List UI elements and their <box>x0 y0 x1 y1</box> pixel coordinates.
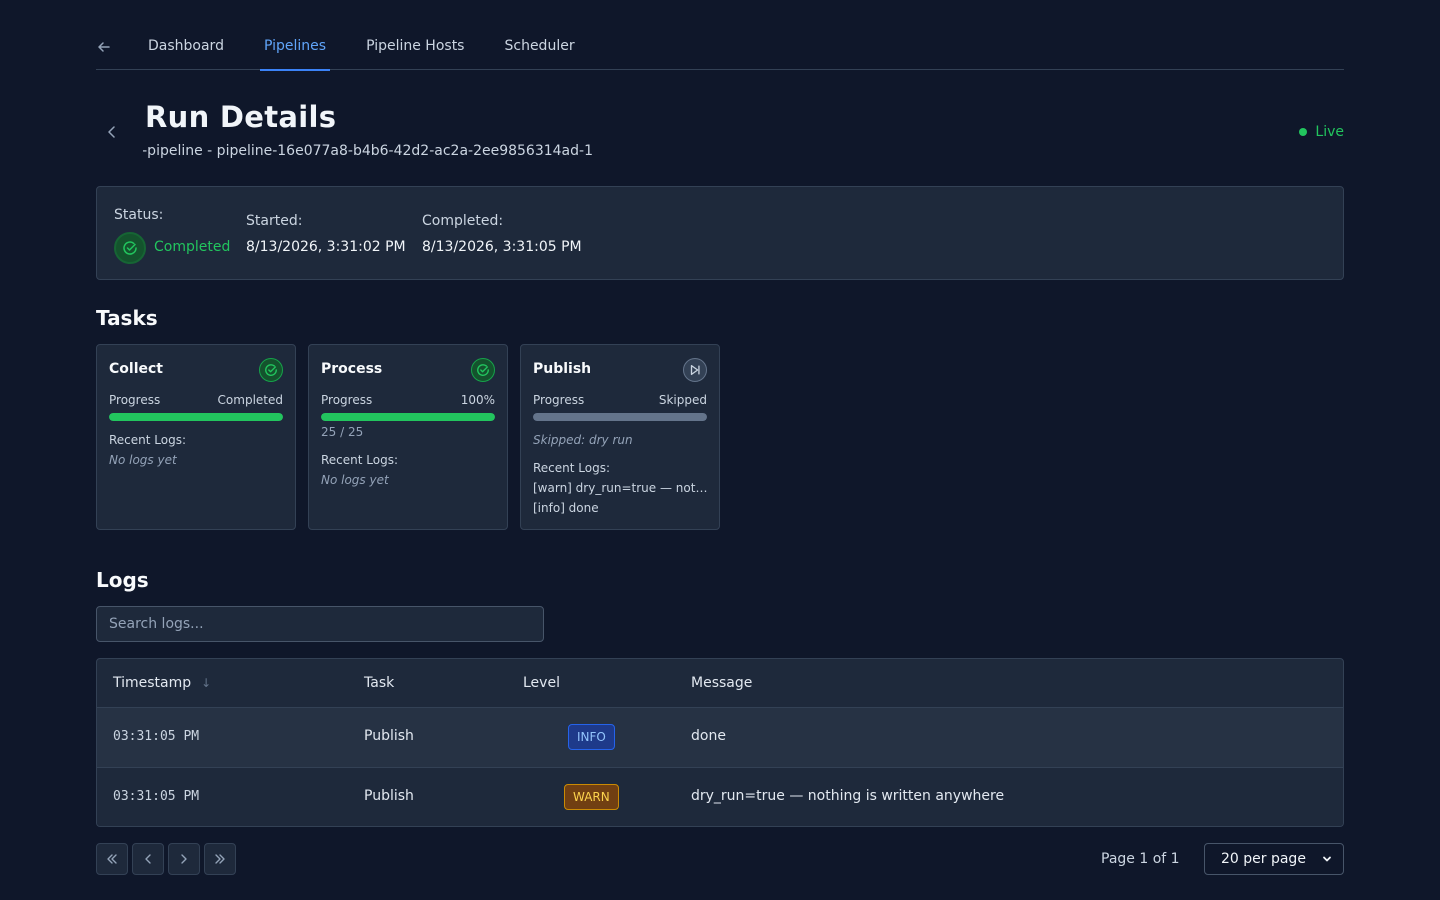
progress-row: Progress Skipped <box>533 393 707 407</box>
logs-heading: Logs <box>96 568 149 592</box>
status-value: Completed <box>154 239 231 255</box>
progress-value: Skipped <box>658 393 707 407</box>
next-page-button[interactable] <box>168 843 200 875</box>
completed-label: Completed: <box>422 213 504 229</box>
previous-page-button[interactable] <box>132 843 164 875</box>
skip-reason: Skipped: dry run <box>533 433 633 447</box>
recent-logs-label: Recent Logs: <box>533 461 611 475</box>
task-card-publish[interactable]: Publish Progress Skipped Skipped: dry ru… <box>520 344 720 530</box>
tab-pipeline-hosts[interactable]: Pipeline Hosts <box>366 22 464 70</box>
status-label: Status: <box>114 207 164 223</box>
progress-label: Progress <box>321 393 373 407</box>
tab-dashboard[interactable]: Dashboard <box>148 22 224 70</box>
level-badge-info: INFO <box>568 724 615 750</box>
task-name: Collect <box>109 361 163 377</box>
progress-fill <box>109 413 283 421</box>
cell-message: done <box>691 728 726 744</box>
progress-row: Progress Completed <box>109 393 283 407</box>
progress-value: 100% <box>460 393 495 407</box>
no-logs-text: No logs yet <box>109 453 177 467</box>
tasks-heading: Tasks <box>96 306 158 330</box>
completed-value: 8/13/2026, 3:31:05 PM <box>422 239 582 255</box>
run-details-page: Dashboard Pipelines Pipeline Hosts Sched… <box>0 0 1440 900</box>
started-value: 8/13/2026, 3:31:02 PM <box>246 239 406 255</box>
column-label: Timestamp <box>113 675 192 691</box>
run-status-panel: Status: Completed Started: 8/13/2026, 3:… <box>96 186 1344 280</box>
live-label: Live <box>1315 124 1344 140</box>
tab-scheduler[interactable]: Scheduler <box>504 22 574 70</box>
chevron-left-icon <box>145 854 151 864</box>
top-nav: Dashboard Pipelines Pipeline Hosts Sched… <box>96 22 1344 71</box>
log-line: [warn] dry_run=true — nothing is written… <box>533 481 709 495</box>
recent-logs-label: Recent Logs: <box>321 453 399 467</box>
run-subtitle: sample-pipeline - pipeline-16e077a8-b4b6… <box>143 143 593 159</box>
progress-fill <box>533 413 707 421</box>
page-title: Run Details <box>145 100 337 134</box>
log-line: [info] done <box>533 501 599 515</box>
check-circle-icon <box>471 358 495 382</box>
progress-bar <box>321 413 495 421</box>
progress-value: Completed <box>217 393 283 407</box>
progress-fill <box>321 413 495 421</box>
progress-count: 25 / 25 <box>321 425 364 439</box>
column-task[interactable]: Task <box>364 675 394 691</box>
progress-label: Progress <box>109 393 161 407</box>
no-logs-text: No logs yet <box>321 473 389 487</box>
task-name: Process <box>321 361 383 377</box>
last-page-button[interactable] <box>204 843 236 875</box>
arrow-left-icon[interactable] <box>96 39 112 55</box>
chevron-down-icon <box>1323 856 1331 862</box>
check-circle-icon <box>259 358 283 382</box>
progress-bar <box>109 413 283 421</box>
cell-task: Publish <box>364 788 414 804</box>
progress-row: Progress 100% <box>321 393 495 407</box>
run-subtitle-text: sample-pipeline - pipeline-16e077a8-b4b6… <box>143 143 593 159</box>
search-logs-input[interactable] <box>96 606 544 642</box>
column-level[interactable]: Level <box>523 675 560 691</box>
skip-forward-icon <box>683 358 707 382</box>
task-card-process[interactable]: Process Progress 100% 25 / 25 Recent Log… <box>308 344 508 530</box>
recent-logs-label: Recent Logs: <box>109 433 187 447</box>
logs-table: Timestamp ↓ Task Level Message 03:31:05 P… <box>96 658 1344 827</box>
sort-down-icon[interactable]: ↓ <box>201 676 211 690</box>
task-card-collect[interactable]: Collect Progress Completed Recent Logs: … <box>96 344 296 530</box>
cell-timestamp: 03:31:05 PM <box>113 729 200 744</box>
page-info: Page 1 of 1 <box>1101 851 1180 867</box>
live-indicator: Live <box>1299 124 1344 140</box>
progress-bar <box>533 413 707 421</box>
column-message[interactable]: Message <box>691 675 752 691</box>
chevron-right-icon <box>181 854 187 864</box>
column-timestamp[interactable]: Timestamp ↓ <box>113 675 211 691</box>
per-page-value: 20 per page <box>1221 851 1306 867</box>
check-circle-icon <box>114 232 146 264</box>
live-dot-icon <box>1299 128 1308 136</box>
level-badge-warn: WARN <box>564 784 619 810</box>
cell-timestamp: 03:31:05 PM <box>113 789 200 804</box>
table-row[interactable]: 03:31:05 PM Publish INFO done <box>97 708 1343 767</box>
progress-label: Progress <box>533 393 585 407</box>
cell-task: Publish <box>364 728 414 744</box>
first-page-button[interactable] <box>96 843 128 875</box>
per-page-select[interactable]: 20 per page <box>1204 843 1344 875</box>
table-header: Timestamp ↓ Task Level Message <box>97 659 1343 708</box>
chevron-left-icon[interactable] <box>105 125 119 139</box>
task-name: Publish <box>533 361 592 377</box>
chevrons-left-icon <box>107 854 117 864</box>
tab-pipelines[interactable]: Pipelines <box>259 22 331 71</box>
cell-message: dry_run=true — nothing is written anywhe… <box>691 788 1005 804</box>
started-label: Started: <box>246 213 303 229</box>
chevrons-right-icon <box>215 854 225 864</box>
table-row[interactable]: 03:31:05 PM Publish WARN dry_run=true — … <box>97 767 1343 826</box>
